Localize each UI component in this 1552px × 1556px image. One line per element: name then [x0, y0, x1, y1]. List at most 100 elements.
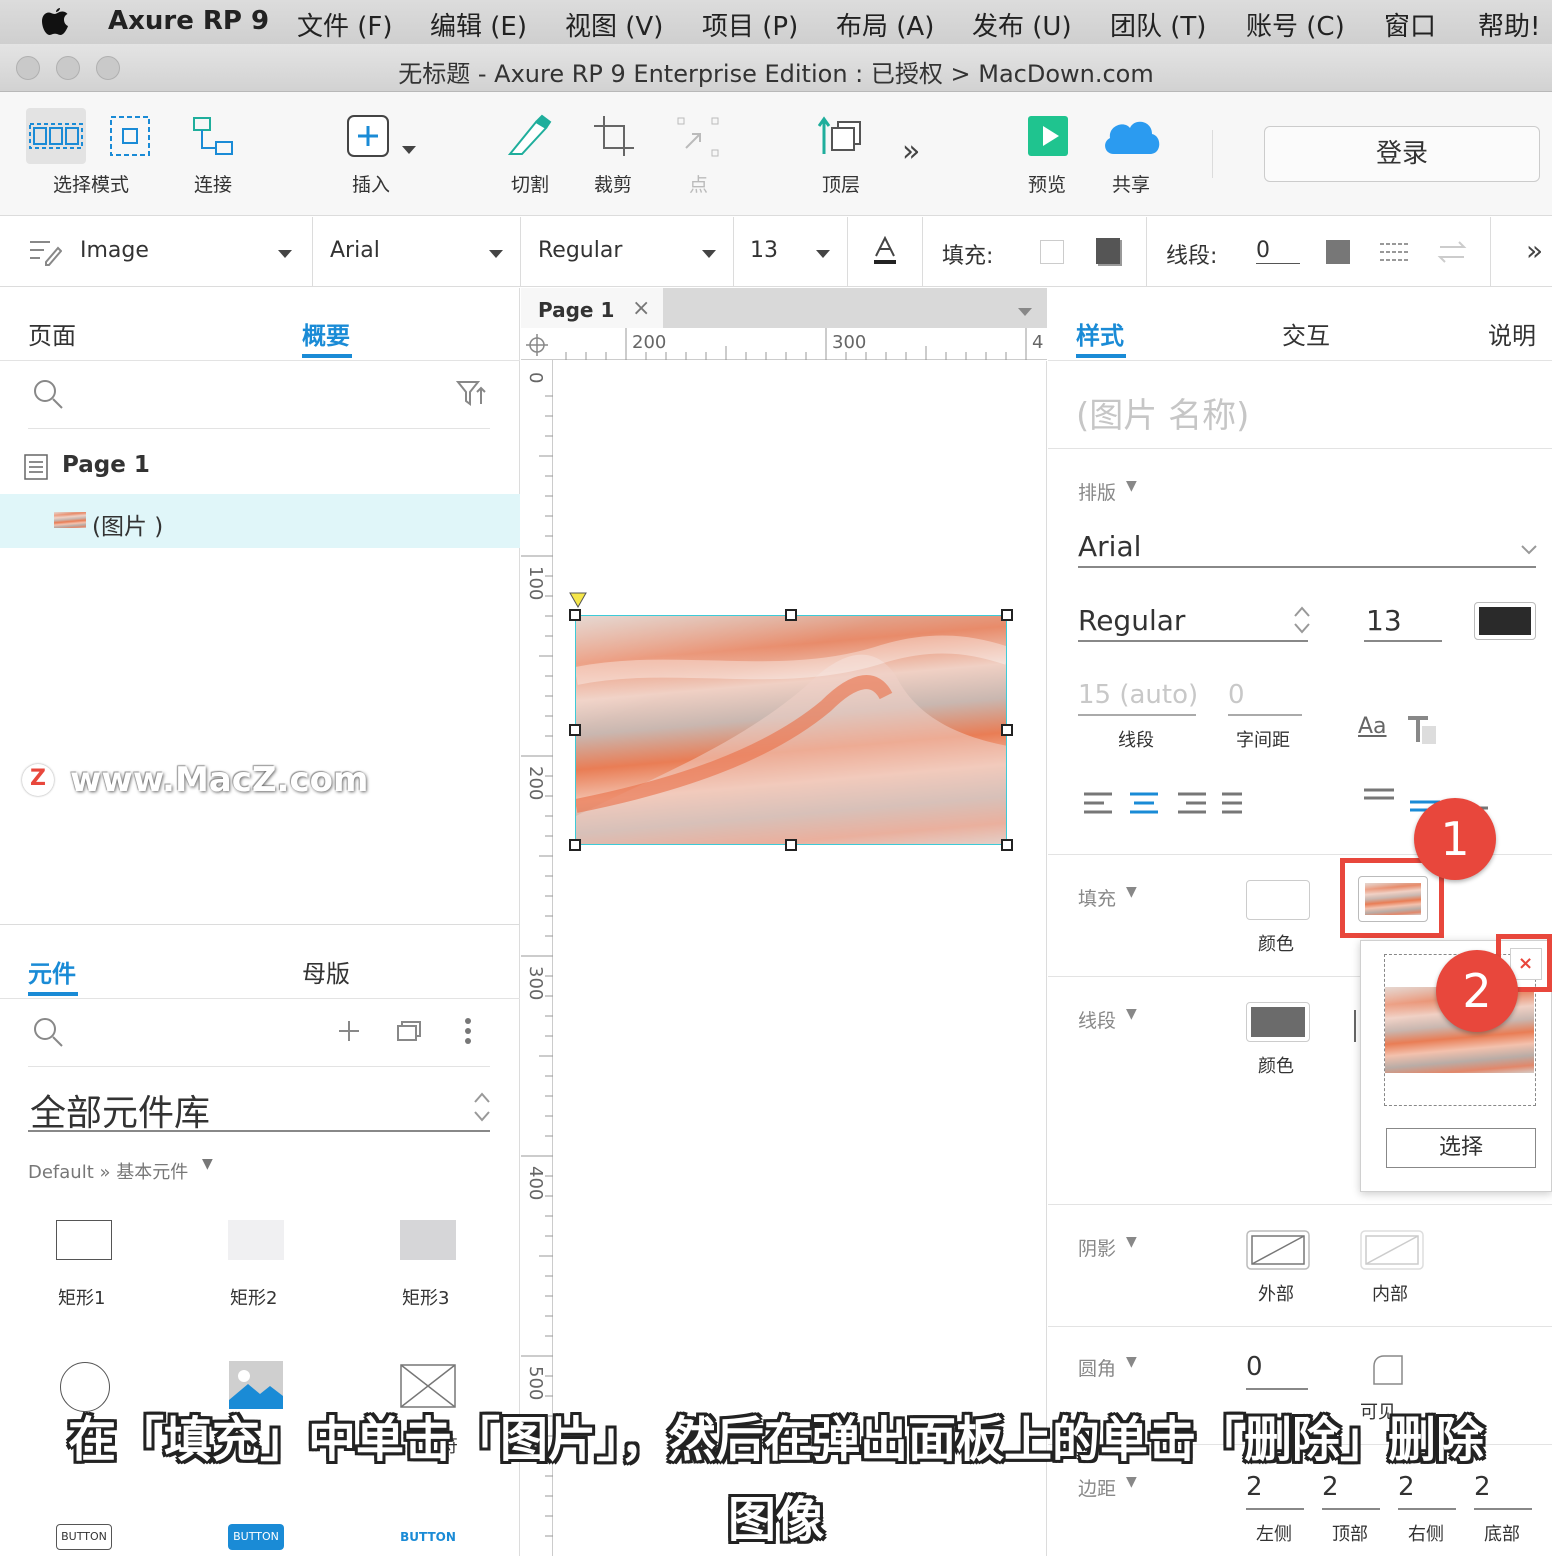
canvas-tab-label[interactable]: Page 1 — [538, 298, 614, 322]
weight-stepper-icon[interactable] — [1292, 604, 1312, 636]
text-color-swatch[interactable] — [1474, 602, 1536, 640]
shadow-toggle-icon[interactable] — [1096, 238, 1120, 264]
add-library-icon[interactable] — [338, 1020, 360, 1042]
font-size-select[interactable]: 13 — [750, 238, 778, 263]
menu-account[interactable]: 账号 (C) — [1246, 6, 1345, 43]
library-stack-icon[interactable] — [396, 1018, 424, 1044]
menu-edit[interactable]: 编辑 (E) — [430, 6, 527, 43]
tab-widgets[interactable]: 元件 — [28, 954, 76, 989]
resize-handle-sw[interactable] — [569, 839, 581, 851]
design-canvas[interactable] — [554, 361, 1047, 1556]
menu-file[interactable]: 文件 (F) — [297, 6, 393, 43]
inner-shadow-button[interactable] — [1360, 1230, 1424, 1270]
text-case-icon[interactable]: Aa — [1358, 714, 1387, 739]
resize-handle-nw[interactable] — [569, 609, 581, 621]
line-height-input[interactable]: 15 (auto) — [1078, 680, 1198, 710]
fill-color-button[interactable] — [1246, 880, 1310, 920]
outline-image-label[interactable]: (图片 ) — [92, 507, 163, 541]
crop-label[interactable]: 裁剪 — [594, 170, 632, 197]
slice-label[interactable]: 切割 — [511, 170, 549, 197]
preview-icon[interactable] — [1028, 114, 1068, 158]
arrow-style-icon[interactable] — [1436, 240, 1468, 264]
tab-outline[interactable]: 概要 — [302, 316, 350, 351]
menu-app-name[interactable]: Axure RP 9 — [108, 6, 269, 36]
select-mode-icon[interactable] — [28, 116, 84, 156]
radius-input[interactable]: 0 — [1246, 1352, 1263, 1382]
resize-handle-se[interactable] — [1001, 839, 1013, 851]
resize-handle-ne[interactable] — [1001, 609, 1013, 621]
font-family-select[interactable]: Arial — [330, 238, 380, 263]
typo-size-input[interactable]: 13 — [1366, 604, 1402, 637]
menu-view[interactable]: 视图 (V) — [565, 6, 663, 43]
style-dropdown-caret[interactable] — [278, 250, 292, 258]
search-icon[interactable] — [32, 378, 64, 410]
breadcrumb-caret-icon[interactable]: ▼ — [202, 1156, 213, 1172]
stroke-pattern-icon[interactable] — [1378, 240, 1410, 264]
insert-icon[interactable] — [346, 114, 390, 158]
library-stepper-icon[interactable] — [472, 1090, 492, 1124]
section-caret-icon[interactable]: ▼ — [1126, 1354, 1137, 1370]
stroke-color-button[interactable] — [1246, 1002, 1310, 1042]
typography-section-label[interactable]: 排版 — [1078, 478, 1116, 505]
corner-radius-icon[interactable] — [1372, 1354, 1404, 1386]
widget-rect1[interactable] — [56, 1220, 112, 1260]
insert-label[interactable]: 插入 — [352, 170, 390, 197]
library-breadcrumb[interactable]: Default » 基本元件 — [28, 1158, 188, 1184]
widget-rect3[interactable] — [400, 1220, 456, 1260]
minimize-window-button[interactable] — [56, 56, 80, 80]
style-edit-icon[interactable] — [28, 236, 62, 266]
preview-label[interactable]: 预览 — [1028, 170, 1066, 197]
stroke-width-input[interactable]: 0 — [1256, 238, 1300, 264]
crop-icon[interactable] — [592, 114, 636, 158]
tab-notes[interactable]: 说明 — [1488, 316, 1536, 351]
close-tab-icon[interactable]: × — [632, 296, 650, 321]
menu-window[interactable]: 窗口 — [1384, 6, 1436, 43]
apple-icon[interactable] — [40, 5, 70, 39]
menu-publish[interactable]: 发布 (U) — [972, 6, 1072, 43]
widget-search-icon[interactable] — [32, 1016, 64, 1048]
resize-handle-s[interactable] — [785, 839, 797, 851]
menu-help[interactable]: 帮助! — [1478, 6, 1540, 43]
insert-dropdown-caret[interactable] — [402, 146, 416, 154]
more-vertical-icon[interactable] — [462, 1016, 474, 1046]
format-overflow-button[interactable]: » — [1526, 234, 1543, 267]
text-shadow-icon[interactable] — [1406, 714, 1438, 746]
typo-font-select[interactable]: Arial — [1078, 530, 1141, 563]
section-caret-icon[interactable]: ▼ — [1126, 884, 1137, 900]
section-caret-icon[interactable]: ▼ — [1126, 478, 1137, 494]
library-select[interactable]: 全部元件库 — [30, 1084, 210, 1136]
widget-name-input[interactable]: (图片 名称) — [1076, 388, 1249, 437]
tab-pages[interactable]: 页面 — [28, 316, 76, 351]
filter-icon[interactable] — [456, 380, 486, 408]
toolbar-overflow-button[interactable]: » — [902, 134, 920, 169]
font-dropdown-caret[interactable] — [489, 250, 503, 258]
connect-label[interactable]: 连接 — [194, 170, 232, 197]
shadow-section-label[interactable]: 阴影 — [1078, 1234, 1116, 1261]
section-caret-icon[interactable]: ▼ — [1126, 1006, 1137, 1022]
intersect-select-icon[interactable] — [108, 114, 152, 158]
select-mode-label[interactable]: 选择模式 — [53, 170, 129, 197]
fill-section-label[interactable]: 填充 — [1078, 884, 1116, 911]
outer-shadow-button[interactable] — [1246, 1230, 1310, 1270]
font-color-icon[interactable] — [872, 236, 898, 266]
resize-handle-n[interactable] — [785, 609, 797, 621]
ruler-origin-icon[interactable] — [526, 334, 548, 356]
popup-select-button[interactable]: 选择 — [1386, 1128, 1536, 1168]
widget-rect2[interactable] — [228, 1220, 284, 1260]
radius-section-label[interactable]: 圆角 — [1078, 1354, 1116, 1381]
tab-list-caret[interactable] — [1018, 308, 1032, 316]
stroke-section-label[interactable]: 线段 — [1078, 1006, 1116, 1033]
close-window-button[interactable] — [16, 56, 40, 80]
widget-style-select[interactable]: Image — [80, 238, 149, 263]
zoom-window-button[interactable] — [96, 56, 120, 80]
outline-page-name[interactable]: Page 1 — [62, 452, 150, 478]
connect-icon[interactable] — [192, 116, 236, 158]
fill-color-swatch[interactable] — [1040, 240, 1064, 264]
slice-knife-icon[interactable] — [506, 114, 552, 158]
menu-team[interactable]: 团队 (T) — [1110, 6, 1206, 43]
share-cloud-icon[interactable] — [1100, 114, 1164, 158]
tab-style[interactable]: 样式 — [1076, 316, 1124, 351]
share-label[interactable]: 共享 — [1112, 170, 1150, 197]
bring-to-front-label[interactable]: 顶层 — [822, 170, 860, 197]
tab-masters[interactable]: 母版 — [302, 954, 350, 989]
